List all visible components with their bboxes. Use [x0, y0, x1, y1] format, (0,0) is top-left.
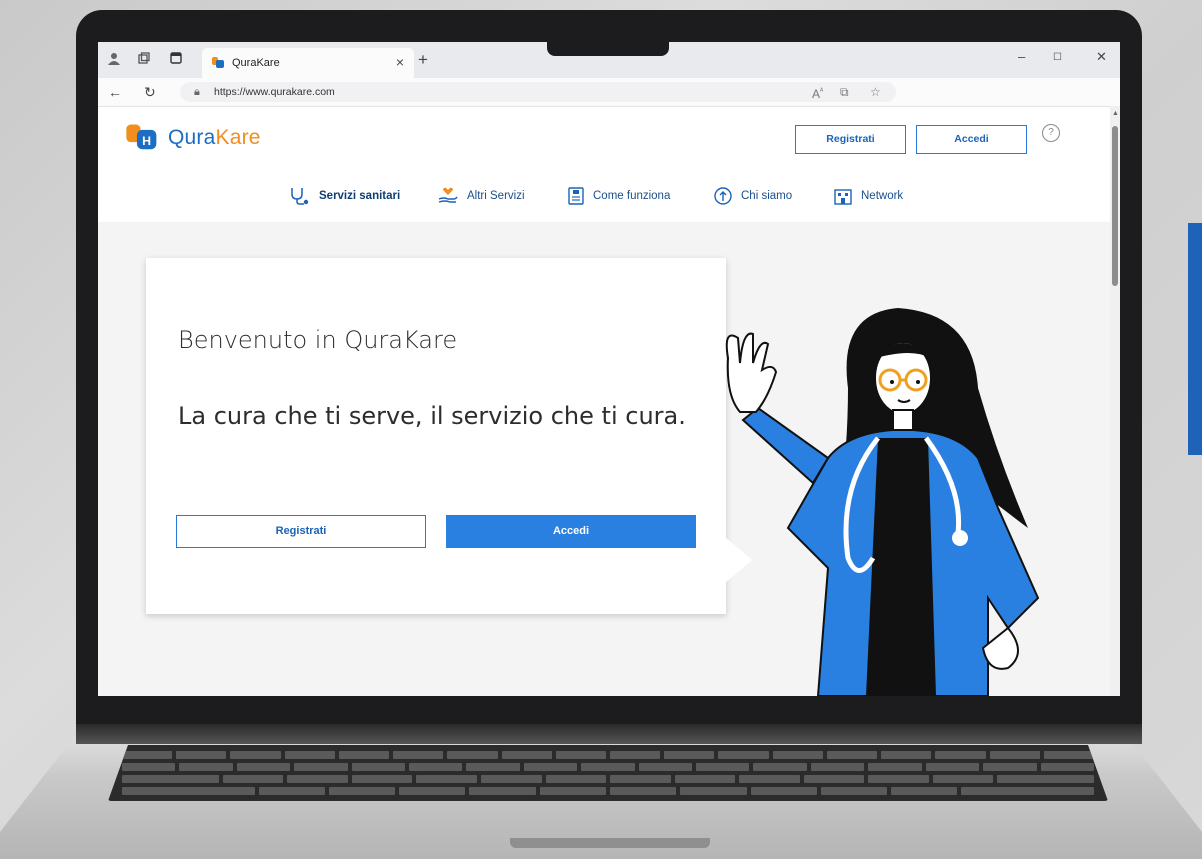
- logo-text: QuraKare: [168, 126, 261, 149]
- close-window-icon[interactable]: ✕: [1096, 49, 1107, 65]
- menu-item-altri-servizi[interactable]: Altri Servizi: [438, 187, 525, 205]
- logo-mark: H: [126, 124, 157, 150]
- menu-label: Chi siamo: [741, 190, 793, 202]
- profile-icon[interactable]: [108, 52, 120, 68]
- close-tab-icon[interactable]: ×: [396, 54, 404, 70]
- back-arrow-icon[interactable]: ←: [108, 84, 122, 100]
- minimize-icon[interactable]: –: [1018, 49, 1025, 64]
- menu-item-network[interactable]: Network: [834, 187, 903, 205]
- side-accent-bar: [1188, 223, 1202, 455]
- page-scrollbar[interactable]: ▲: [1110, 106, 1120, 696]
- hero-section: Benvenuto in QuraKare La cura che ti ser…: [98, 222, 1120, 696]
- new-tab-button[interactable]: +: [418, 50, 428, 70]
- welcome-card: Benvenuto in QuraKare La cura che ti ser…: [146, 258, 726, 614]
- site-header: H QuraKare Registrati Accedi ? Servizi s…: [98, 107, 1120, 222]
- svg-text:H: H: [142, 134, 151, 148]
- keyboard: [108, 745, 1108, 801]
- url-field[interactable]: 🔒︎ https://www.qurakare.com Aᴬ ⧉ ☆: [180, 82, 896, 102]
- favorite-star-icon[interactable]: ☆: [870, 82, 881, 102]
- main-menu: Servizi sanitari Altri Servizi Come funz…: [98, 187, 1120, 215]
- read-aloud-icon[interactable]: Aᴬ: [812, 82, 823, 104]
- help-icon[interactable]: ?: [1042, 124, 1060, 142]
- lock-icon: 🔒︎: [194, 86, 200, 98]
- scroll-up-icon[interactable]: ▲: [1112, 110, 1119, 117]
- tab-title: QuraKare: [232, 57, 280, 69]
- menu-label: Network: [861, 190, 904, 202]
- menu-label: Altri Servizi: [467, 190, 525, 202]
- refresh-icon[interactable]: ↻: [144, 84, 156, 101]
- base-opening: [510, 838, 710, 848]
- maximize-icon[interactable]: ☐: [1053, 52, 1062, 63]
- hand-heart-icon: [438, 187, 458, 203]
- header-register-button[interactable]: Registrati: [795, 125, 906, 154]
- camera-notch: [547, 10, 669, 56]
- menu-label: Come funziona: [593, 190, 671, 202]
- document-icon: [568, 187, 584, 205]
- doctor-illustration: [725, 308, 1040, 696]
- menu-item-come-funziona[interactable]: Come funziona: [568, 187, 670, 205]
- scrollbar-thumb[interactable]: [1112, 126, 1118, 286]
- menu-label: Servizi sanitari: [319, 190, 401, 202]
- menu-item-chi-siamo[interactable]: Chi siamo: [714, 187, 792, 205]
- login-button[interactable]: Accedi: [446, 515, 696, 548]
- url-text: https://www.qurakare.com: [214, 86, 335, 98]
- stethoscope-icon: [291, 188, 309, 205]
- collections-icon[interactable]: [138, 52, 150, 67]
- address-bar-row: ← ↻ 🔒︎ https://www.qurakare.com Aᴬ ⧉ ☆: [98, 78, 1120, 107]
- info-arrow-icon: [714, 187, 732, 205]
- tagline: La cura che ti serve, il servizio che ti…: [178, 402, 686, 430]
- browser-tab-active[interactable]: QuraKare ×: [202, 48, 414, 78]
- qurakare-favicon: [212, 57, 224, 68]
- building-icon: [834, 189, 852, 205]
- welcome-heading: Benvenuto in QuraKare: [178, 326, 458, 354]
- split-screen-icon[interactable]: ⧉: [840, 82, 849, 102]
- header-login-button[interactable]: Accedi: [916, 125, 1027, 154]
- laptop-hinge: [76, 724, 1142, 744]
- menu-item-servizi-sanitari[interactable]: Servizi sanitari: [290, 187, 400, 205]
- register-button[interactable]: Registrati: [176, 515, 426, 548]
- laptop-screen: QuraKare × + – ☐ ✕ ← ↻ 🔒︎ https://www.qu…: [98, 42, 1120, 696]
- tab-actions-icon[interactable]: [170, 52, 182, 67]
